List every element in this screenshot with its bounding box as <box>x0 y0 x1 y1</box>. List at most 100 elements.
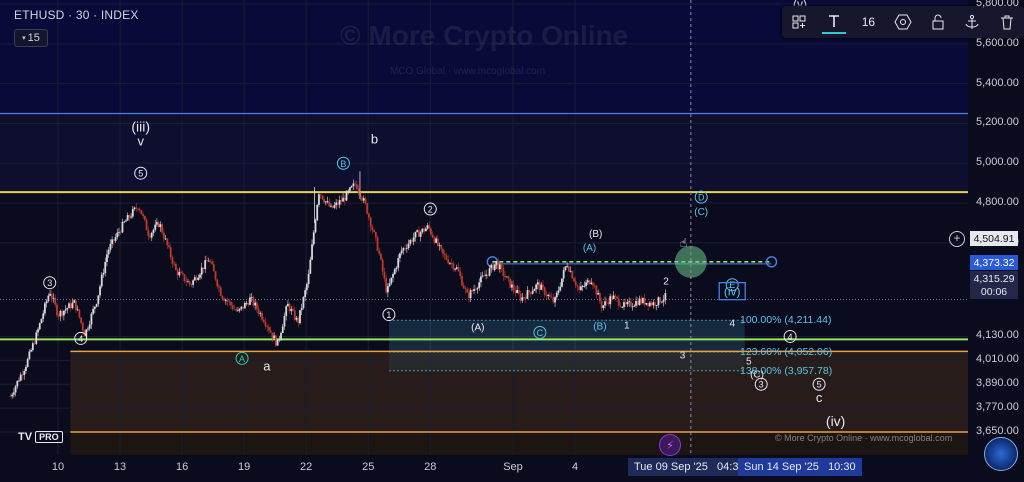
candle-body <box>274 335 277 346</box>
candle-body <box>664 293 667 300</box>
candle-body <box>543 287 546 295</box>
candle-body <box>604 301 606 306</box>
fib-level-label: 100.00% (4,211.44) <box>740 314 832 327</box>
candle-body <box>399 253 401 259</box>
lock-icon[interactable] <box>926 10 950 34</box>
candle-body <box>481 275 484 277</box>
candle-body <box>504 275 506 278</box>
candle-body <box>168 245 170 248</box>
candle-body <box>371 226 374 231</box>
wave-label: (A) <box>471 322 484 333</box>
candle-body <box>469 290 472 299</box>
candle-body <box>35 332 38 344</box>
candle-body <box>59 310 62 317</box>
candle-body <box>571 271 574 279</box>
interval-button[interactable]: ▾ 15 <box>14 29 48 47</box>
candle-body <box>33 343 36 345</box>
candle-body <box>342 197 344 202</box>
candle-body <box>76 309 79 311</box>
candle-body <box>57 315 60 317</box>
candle-body <box>78 309 81 318</box>
candle-body <box>512 284 515 291</box>
wave-label: 3 <box>759 380 764 390</box>
avatar[interactable] <box>984 437 1018 471</box>
text-tool-icon[interactable] <box>821 10 846 34</box>
candle-body <box>157 222 160 228</box>
candle-body <box>523 297 525 299</box>
price-tick-label: 5,200.00 <box>976 116 1019 129</box>
candle-body <box>285 306 288 317</box>
add-alert-icon[interactable]: + <box>949 231 965 247</box>
candle-body <box>26 358 29 367</box>
candle-body <box>428 225 431 229</box>
candle-body <box>242 306 245 309</box>
candle-body <box>354 183 357 185</box>
candle-body <box>276 339 279 346</box>
candle-body <box>40 318 43 324</box>
candle-body <box>509 278 512 288</box>
target-time-badge: Sun 14 Sep '25 10:30 <box>738 458 862 476</box>
candle-body <box>638 298 641 305</box>
candle-body <box>238 308 241 311</box>
candle-body <box>635 301 637 306</box>
symbol-header[interactable]: ETHUSD · 30 · INDEX <box>14 8 139 22</box>
candle-body <box>497 261 500 270</box>
font-size-button[interactable]: 16 <box>856 10 880 34</box>
candle-body <box>100 274 103 287</box>
candle-body <box>424 228 427 232</box>
candle-body <box>323 199 326 203</box>
candle-body <box>181 272 184 275</box>
candle-body <box>112 239 115 241</box>
anchor-icon[interactable] <box>960 10 984 34</box>
candle-body <box>347 190 350 192</box>
candle-body <box>192 280 195 285</box>
candle-body <box>600 301 603 309</box>
interval-label: 30 <box>75 8 90 22</box>
candle-body <box>471 290 474 292</box>
candle-body <box>628 301 631 303</box>
candle-body <box>524 297 527 299</box>
candle-body <box>235 309 238 311</box>
candle-body <box>335 202 338 206</box>
candle-body <box>135 207 138 209</box>
candle-body <box>164 238 167 240</box>
candle-body <box>631 306 634 308</box>
trash-icon[interactable] <box>995 10 1019 34</box>
candle-body <box>288 303 291 312</box>
candle-body <box>659 297 662 303</box>
settings-icon[interactable] <box>891 10 915 34</box>
candle-body <box>555 292 558 298</box>
candle-body <box>402 248 405 251</box>
candle-body <box>445 255 448 260</box>
time-tick-label: 19 <box>238 461 251 473</box>
candle-body <box>621 306 624 308</box>
candle-body <box>80 317 82 323</box>
candle-body <box>156 222 158 225</box>
candle-body <box>228 301 231 303</box>
candle-body <box>330 205 332 207</box>
candle-body <box>393 269 396 275</box>
candle-body <box>617 298 620 306</box>
candle-body <box>433 237 436 243</box>
wave-label: a <box>263 358 271 373</box>
candle-body <box>633 305 636 307</box>
candle-body <box>542 284 544 288</box>
group-objects-icon[interactable] <box>787 10 811 34</box>
candle-body <box>209 260 212 262</box>
candle-body <box>159 224 162 228</box>
candle-body <box>281 326 284 333</box>
candle-body <box>71 302 74 309</box>
candle-body <box>486 274 489 276</box>
candle-body <box>536 282 539 285</box>
candle-body <box>61 310 64 316</box>
lightning-icon[interactable]: ⚡ <box>659 434 681 456</box>
candle-body <box>362 198 365 201</box>
candle-body <box>574 281 577 286</box>
candle-body <box>597 292 600 295</box>
candle-body <box>99 286 101 296</box>
tradingview-logo[interactable]: TV PRO <box>18 430 76 443</box>
candle-body <box>254 302 257 306</box>
candle-body <box>411 240 413 242</box>
candle-body <box>645 302 648 305</box>
candle-body <box>44 303 46 314</box>
